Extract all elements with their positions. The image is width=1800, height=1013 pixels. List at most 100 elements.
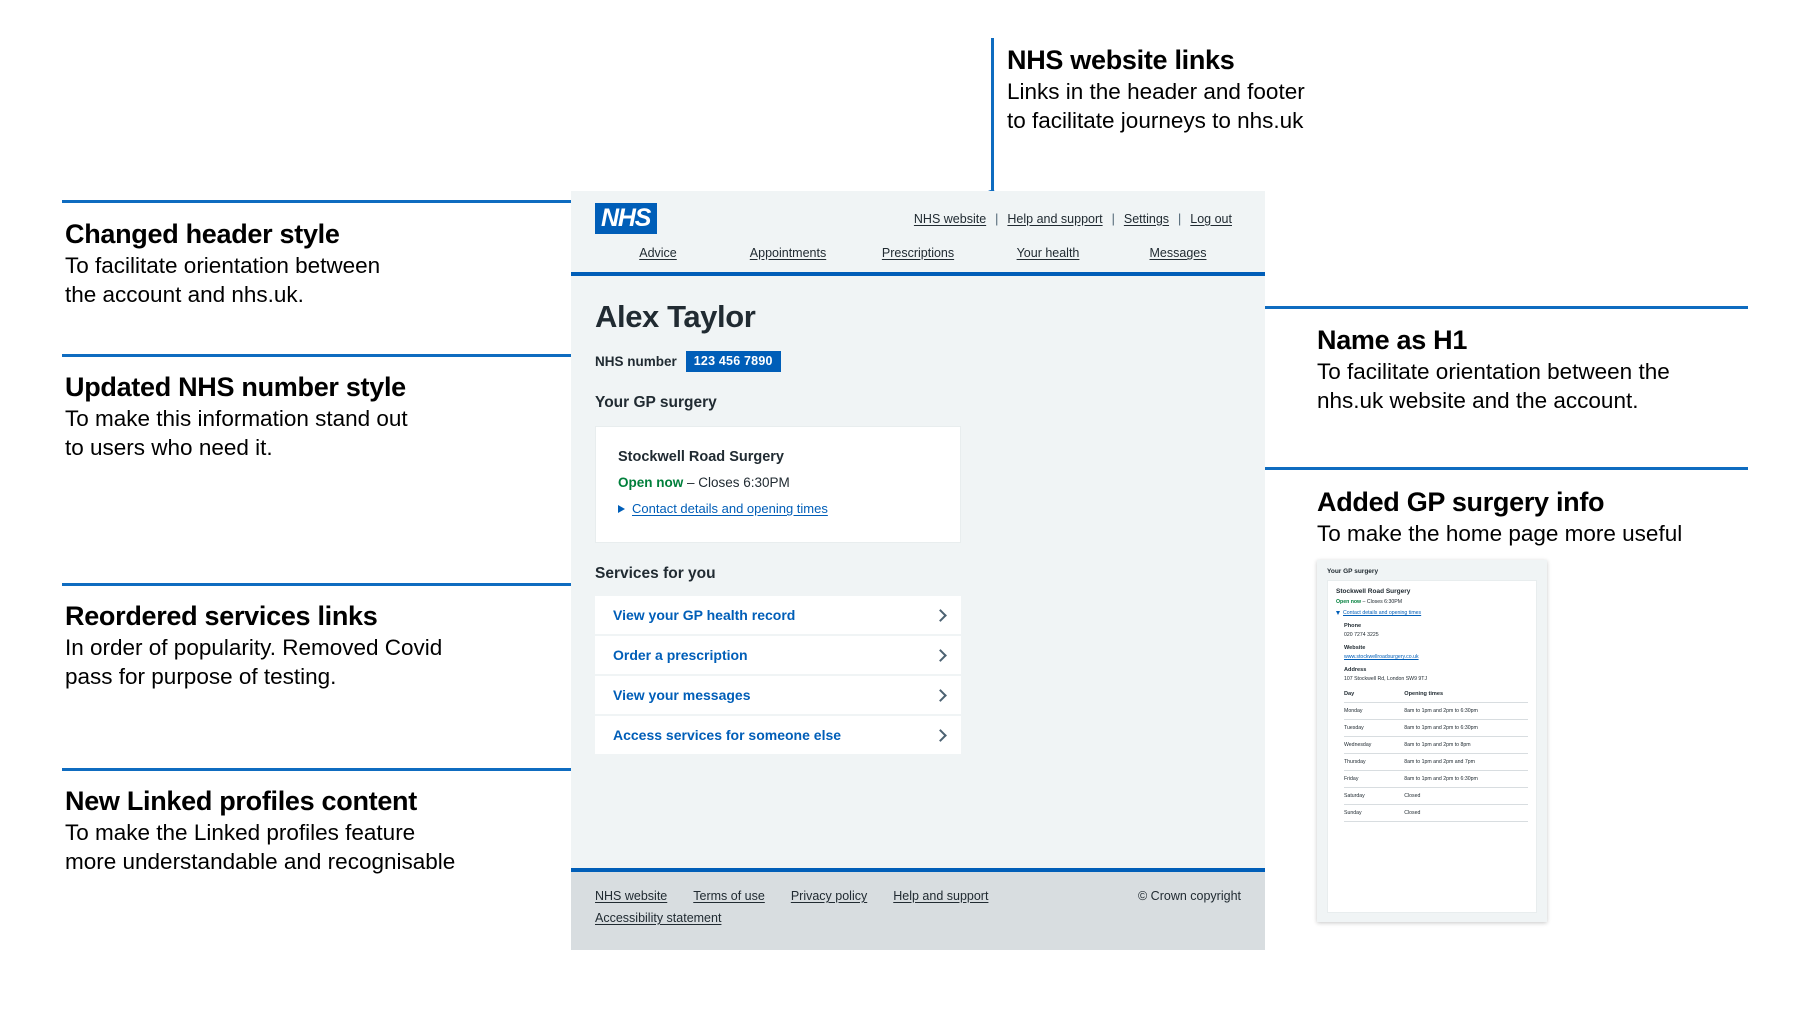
chevron-right-icon bbox=[934, 688, 947, 702]
footer-link-terms-of-use[interactable]: Terms of use bbox=[693, 889, 765, 903]
mini-gp-details-link[interactable]: Contact details and opening times bbox=[1343, 610, 1421, 616]
leader-line-nhs-website-links bbox=[991, 38, 994, 196]
annotation-nhs-website-links: NHS website links Links in the header an… bbox=[1007, 45, 1305, 135]
chevron-right-icon bbox=[934, 608, 947, 622]
cell-times: 8am to 1pm and 2pm and 7pm bbox=[1386, 753, 1528, 771]
mini-gp-details-body: Phone 020 7274 3225 Website www.stockwel… bbox=[1336, 623, 1528, 822]
annotation-body: To make this information stand out to us… bbox=[65, 406, 408, 461]
annotation-title: New Linked profiles content bbox=[65, 786, 417, 816]
mini-gp-status: Open now – Closes 6:30PM bbox=[1336, 599, 1528, 605]
nav-row: Advice Appointments Prescriptions Your h… bbox=[571, 246, 1265, 260]
gp-surgery-status: Open now – Closes 6:30PM bbox=[618, 475, 938, 490]
cell-times: Closed bbox=[1386, 804, 1528, 822]
annotation-body: Links in the header and footer to facili… bbox=[1007, 79, 1305, 134]
mini-gp-card: Stockwell Road Surgery Open now – Closes… bbox=[1327, 580, 1537, 913]
services-heading: Services for you bbox=[595, 565, 716, 583]
mini-gp-details-disclosure[interactable]: Contact details and opening times bbox=[1336, 610, 1528, 616]
annotation-body: To facilitate orientation between the nh… bbox=[1317, 359, 1670, 414]
column-header-opening-times: Opening times bbox=[1386, 691, 1528, 703]
service-link-access-for-someone-else[interactable]: Access services for someone else bbox=[595, 716, 961, 757]
chevron-right-icon bbox=[934, 728, 947, 742]
nav-item-advice[interactable]: Advice bbox=[593, 246, 723, 260]
mini-status-open: Open now bbox=[1336, 599, 1362, 605]
cell-day: Wednesday bbox=[1344, 736, 1387, 754]
header-link-nhs-website[interactable]: NHS website bbox=[905, 212, 995, 226]
mini-website-label: Website bbox=[1344, 645, 1366, 651]
mini-address-value: 107 Stockwell Rd, London SW9 9TJ bbox=[1344, 676, 1428, 682]
table-row: Sunday Closed bbox=[1344, 804, 1528, 822]
gp-surgery-expanded-preview: Your GP surgery Stockwell Road Surgery O… bbox=[1317, 560, 1547, 922]
gp-details-disclosure[interactable]: Contact details and opening times bbox=[618, 501, 938, 516]
cell-times: Closed bbox=[1386, 787, 1528, 805]
mini-gp-name: Stockwell Road Surgery bbox=[1336, 588, 1411, 595]
main-content: Alex Taylor NHS number 123 456 7890 Your… bbox=[571, 276, 1265, 868]
service-label: View your messages bbox=[613, 687, 751, 704]
header-link-help-and-support[interactable]: Help and support bbox=[998, 212, 1111, 226]
app-footer: NHS website Terms of use Privacy policy … bbox=[571, 868, 1265, 950]
footer-link-privacy-policy[interactable]: Privacy policy bbox=[791, 889, 867, 903]
nhs-logo: NHS bbox=[595, 203, 658, 234]
nhs-number-row: NHS number 123 456 7890 bbox=[595, 351, 1241, 373]
mini-status-closing: – Closes 6:30PM bbox=[1361, 599, 1403, 605]
annotation-added-gp-surgery-info: Added GP surgery info To make the home p… bbox=[1317, 487, 1682, 548]
annotation-reordered-services-links: Reordered services links In order of pop… bbox=[65, 601, 442, 691]
cell-times: 8am to 1pm and 2pm to 6:30pm bbox=[1386, 702, 1528, 720]
annotation-title: Reordered services links bbox=[65, 601, 378, 631]
header-links: NHS website | Help and support | Setting… bbox=[905, 212, 1241, 226]
table-row: Wednesday 8am to 1pm and 2pm to 8pm bbox=[1344, 736, 1528, 754]
annotation-title: NHS website links bbox=[1007, 45, 1235, 75]
triangle-right-icon bbox=[618, 504, 625, 513]
leader-line-reordered-services-links bbox=[62, 583, 585, 586]
cell-day: Thursday bbox=[1344, 753, 1387, 771]
mini-gp-surgery-heading: Your GP surgery bbox=[1327, 568, 1379, 575]
annotation-body: To make the home page more useful bbox=[1317, 521, 1683, 547]
footer-link-nhs-website[interactable]: NHS website bbox=[595, 889, 667, 903]
nav-item-messages[interactable]: Messages bbox=[1113, 246, 1243, 260]
header-link-log-out[interactable]: Log out bbox=[1181, 212, 1241, 226]
copyright-notice: © Crown copyright bbox=[1138, 889, 1241, 903]
service-label: Access services for someone else bbox=[613, 727, 842, 744]
leader-line-new-linked-profiles-content bbox=[62, 768, 585, 771]
mini-phone-value: 020 7274 3225 bbox=[1344, 632, 1379, 638]
nav-item-appointments[interactable]: Appointments bbox=[723, 246, 853, 260]
table-row: Tuesday 8am to 1pm and 2pm to 6:30pm bbox=[1344, 719, 1528, 737]
nav-item-your-health[interactable]: Your health bbox=[983, 246, 1113, 260]
table-row: Saturday Closed bbox=[1344, 787, 1528, 805]
nhs-number-label: NHS number bbox=[595, 354, 677, 370]
annotation-title: Updated NHS number style bbox=[65, 372, 406, 402]
annotation-body: To make the Linked profiles feature more… bbox=[65, 820, 456, 875]
chevron-right-icon bbox=[934, 648, 947, 662]
annotation-body: In order of popularity. Removed Covid pa… bbox=[65, 635, 443, 690]
mini-website-value[interactable]: www.stockwellroadsurgery.co.uk bbox=[1344, 654, 1528, 660]
header-link-settings[interactable]: Settings bbox=[1115, 212, 1178, 226]
cell-day: Tuesday bbox=[1344, 719, 1387, 737]
opening-times-body: Monday 8am to 1pm and 2pm to 6:30pm Tues… bbox=[1344, 702, 1528, 822]
cell-day: Saturday bbox=[1344, 787, 1387, 805]
service-link-gp-health-record[interactable]: View your GP health record bbox=[595, 596, 961, 637]
footer-link-accessibility-statement[interactable]: Accessibility statement bbox=[595, 911, 721, 925]
service-label: View your GP health record bbox=[613, 607, 796, 624]
annotation-changed-header-style: Changed header style To facilitate orien… bbox=[65, 219, 380, 309]
nav-item-prescriptions[interactable]: Prescriptions bbox=[853, 246, 983, 260]
service-link-order-prescription[interactable]: Order a prescription bbox=[595, 636, 961, 677]
mini-phone-label: Phone bbox=[1344, 623, 1362, 629]
cell-day: Friday bbox=[1344, 770, 1387, 788]
gp-status-open: Open now bbox=[618, 475, 684, 491]
table-row: Thursday 8am to 1pm and 2pm and 7pm bbox=[1344, 753, 1528, 771]
annotation-updated-nhs-number-style: Updated NHS number style To make this in… bbox=[65, 372, 408, 462]
gp-details-link[interactable]: Contact details and opening times bbox=[632, 501, 828, 516]
primary-navigation: Advice Appointments Prescriptions Your h… bbox=[571, 246, 1265, 276]
footer-link-help-and-support[interactable]: Help and support bbox=[893, 889, 988, 903]
mini-address-label: Address bbox=[1344, 667, 1367, 673]
cell-times: 8am to 1pm and 2pm to 6:30pm bbox=[1386, 719, 1528, 737]
cell-day: Monday bbox=[1344, 702, 1387, 720]
column-header-day: Day bbox=[1344, 691, 1387, 703]
gp-surgery-heading: Your GP surgery bbox=[595, 394, 717, 412]
app-header: NHS NHS website | Help and support | Set… bbox=[571, 191, 1265, 246]
annotation-body: To facilitate orientation between the ac… bbox=[65, 253, 381, 308]
gp-surgery-name: Stockwell Road Surgery bbox=[618, 449, 784, 466]
cell-times: 8am to 1pm and 2pm to 6:30pm bbox=[1386, 770, 1528, 788]
service-link-view-messages[interactable]: View your messages bbox=[595, 676, 961, 717]
footer-row-secondary: Accessibility statement bbox=[595, 911, 1241, 925]
page-title: Alex Taylor bbox=[595, 299, 756, 334]
